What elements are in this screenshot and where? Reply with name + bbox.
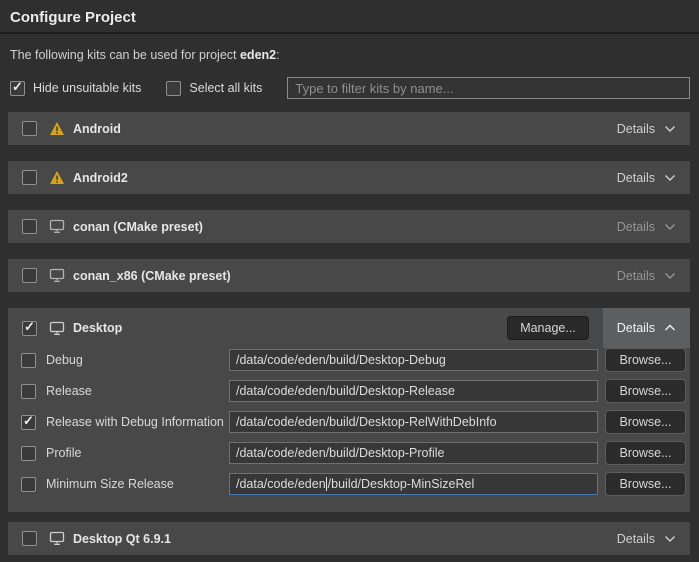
config-checkbox[interactable] — [21, 353, 36, 368]
details-label: Details — [617, 321, 655, 335]
kit-name: Desktop — [73, 321, 122, 335]
details-label: Details — [617, 220, 655, 234]
checkbox-unchecked-icon — [166, 81, 181, 96]
details-label: Details — [617, 122, 655, 136]
details-button-expanded[interactable]: Details — [603, 308, 690, 348]
details-label: Details — [617, 532, 655, 546]
chevron-down-icon — [664, 223, 676, 231]
config-checkbox[interactable] — [21, 384, 36, 399]
kit-row-conan[interactable]: conan (CMake preset) Details — [8, 210, 690, 243]
config-label: Release — [46, 384, 229, 398]
build-config-row-release: Release /data/code/eden/build/Desktop-Re… — [8, 379, 686, 403]
kit-filter-bar: Hide unsuitable kits Select all kits — [10, 76, 690, 100]
config-label: Debug — [46, 353, 229, 367]
warning-icon — [48, 121, 65, 137]
build-config-row-minsizerel: Minimum Size Release /data/code/eden/bui… — [8, 472, 686, 496]
config-label: Release with Debug Information — [46, 415, 229, 429]
details-label: Details — [617, 269, 655, 283]
kit-name: Android2 — [73, 171, 128, 185]
desktop-icon — [48, 268, 65, 284]
title-divider — [0, 32, 699, 34]
kit-name: Desktop Qt 6.9.1 — [73, 532, 171, 546]
checkbox-checked-icon — [10, 81, 25, 96]
config-checkbox[interactable] — [21, 477, 36, 492]
subtitle-text: The following kits can be used for proje… — [10, 48, 240, 62]
build-dir-input-debug[interactable]: /data/code/eden/build/Desktop-Debug — [229, 349, 598, 371]
kit-row-desktop-qt-691[interactable]: Desktop Qt 6.9.1 Details — [8, 522, 690, 555]
warning-icon — [48, 170, 65, 186]
build-dir-input-profile[interactable]: /data/code/eden/build/Desktop-Profile — [229, 442, 598, 464]
details-label: Details — [617, 171, 655, 185]
browse-button[interactable]: Browse... — [605, 410, 686, 434]
kit-row-android2[interactable]: Android2 Details — [8, 161, 690, 194]
desktop-icon — [48, 219, 65, 235]
chevron-up-icon — [664, 324, 676, 332]
kit-checkbox[interactable] — [22, 219, 37, 234]
select-all-kits-checkbox[interactable]: Select all kits — [166, 81, 262, 96]
configure-project-page: Configure Project The following kits can… — [0, 0, 699, 555]
desktop-icon — [48, 531, 65, 547]
build-config-row-relwithdebinfo: Release with Debug Information /data/cod… — [8, 410, 686, 434]
kit-name: conan (CMake preset) — [73, 220, 203, 234]
kit-filter-input[interactable] — [287, 77, 690, 99]
chevron-down-icon — [664, 535, 676, 543]
subtitle-colon: : — [276, 48, 279, 62]
path-text-before-caret: /data/code/eden — [236, 477, 326, 491]
details-button[interactable]: Details — [617, 532, 676, 546]
manage-kits-button[interactable]: Manage... — [507, 316, 589, 340]
browse-button[interactable]: Browse... — [605, 472, 686, 496]
browse-button[interactable]: Browse... — [605, 348, 686, 372]
page-title: Configure Project — [0, 0, 699, 32]
build-dir-input-release[interactable]: /data/code/eden/build/Desktop-Release — [229, 380, 598, 402]
chevron-down-icon — [664, 125, 676, 133]
build-dir-input-minsizerel-focused[interactable]: /data/code/eden/build/Desktop-MinSizeRel — [229, 473, 598, 495]
browse-button[interactable]: Browse... — [605, 441, 686, 465]
hide-unsuitable-kits-checkbox[interactable]: Hide unsuitable kits — [10, 81, 141, 96]
kit-name: conan_x86 (CMake preset) — [73, 269, 231, 283]
details-button[interactable]: Details — [617, 171, 676, 185]
kit-row-desktop[interactable]: Desktop Manage... Details — [8, 308, 690, 348]
kit-panel-desktop: Desktop Manage... Details Debug /data/co… — [8, 308, 690, 512]
kit-row-android[interactable]: Android Details — [8, 112, 690, 145]
config-label: Profile — [46, 446, 229, 460]
desktop-icon — [48, 320, 65, 336]
kit-row-conan-x86[interactable]: conan_x86 (CMake preset) Details — [8, 259, 690, 292]
browse-button[interactable]: Browse... — [605, 379, 686, 403]
kit-checkbox[interactable] — [22, 121, 37, 136]
kit-checkbox[interactable] — [22, 268, 37, 283]
details-button[interactable]: Details — [617, 269, 676, 283]
select-all-kits-label: Select all kits — [189, 81, 262, 95]
kit-name: Android — [73, 122, 121, 136]
details-button[interactable]: Details — [617, 122, 676, 136]
chevron-down-icon — [664, 174, 676, 182]
config-checkbox[interactable] — [21, 415, 36, 430]
project-name: eden2 — [240, 48, 276, 62]
config-label: Minimum Size Release — [46, 477, 229, 491]
build-config-row-profile: Profile /data/code/eden/build/Desktop-Pr… — [8, 441, 686, 465]
build-config-row-debug: Debug /data/code/eden/build/Desktop-Debu… — [8, 348, 686, 372]
build-dir-input-relwithdebinfo[interactable]: /data/code/eden/build/Desktop-RelWithDeb… — [229, 411, 598, 433]
kit-list: Android Details Android2 Details c — [8, 112, 690, 555]
kits-subtitle: The following kits can be used for proje… — [10, 48, 699, 62]
chevron-down-icon — [664, 272, 676, 280]
kit-checkbox[interactable] — [22, 531, 37, 546]
details-button[interactable]: Details — [617, 220, 676, 234]
kit-checkbox[interactable] — [22, 170, 37, 185]
config-checkbox[interactable] — [21, 446, 36, 461]
path-text-after-caret: /build/Desktop-MinSizeRel — [328, 477, 475, 491]
kit-checkbox[interactable] — [22, 321, 37, 336]
hide-unsuitable-kits-label: Hide unsuitable kits — [33, 81, 141, 95]
